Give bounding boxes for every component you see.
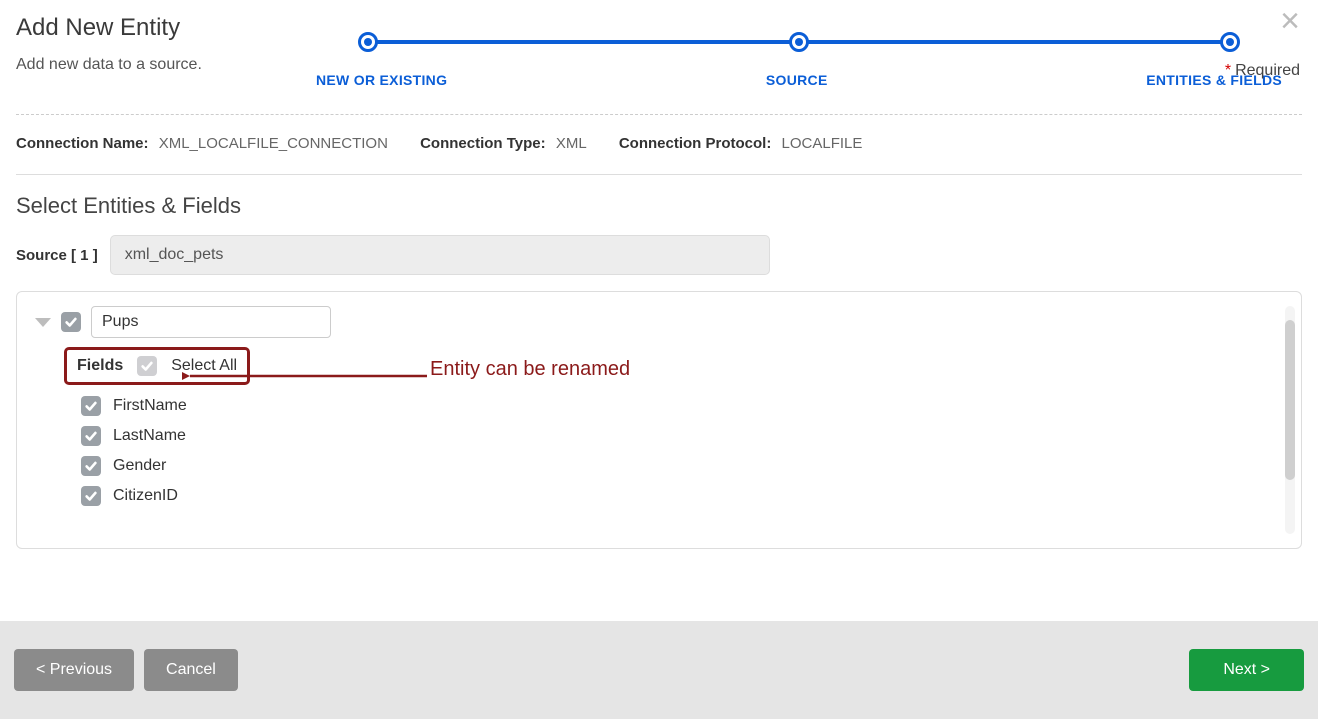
field-checkbox[interactable] — [81, 486, 101, 506]
section-title: Select Entities & Fields — [16, 193, 1302, 219]
field-checkbox[interactable] — [81, 396, 101, 416]
select-all-label: Select All — [171, 357, 237, 375]
fields-header: Fields Select All — [67, 350, 247, 382]
source-value-box: xml_doc_pets — [110, 235, 770, 275]
connection-summary: Connection Name: XML_LOCALFILE_CONNECTIO… — [16, 135, 1302, 152]
step-dot-1[interactable] — [358, 32, 378, 52]
close-icon[interactable]: × — [1280, 4, 1300, 38]
entity-panel: Fields Select All FirstName LastName Gen… — [16, 291, 1302, 549]
entity-checkbox[interactable] — [61, 312, 81, 332]
connection-protocol-value: LOCALFILE — [782, 135, 863, 152]
page-title: Add New Entity — [16, 14, 296, 42]
field-label: FirstName — [113, 397, 187, 415]
field-label: LastName — [113, 427, 186, 445]
previous-button[interactable]: < Previous — [14, 649, 134, 691]
page-subtitle: Add new data to a source. — [16, 56, 296, 74]
field-label: CitizenID — [113, 487, 178, 505]
field-item: LastName — [81, 426, 1287, 446]
field-item: Gender — [81, 456, 1287, 476]
step-label-1[interactable]: NEW OR EXISTING — [316, 72, 447, 88]
next-button[interactable]: Next > — [1189, 649, 1304, 691]
connection-type-value: XML — [556, 135, 587, 152]
cancel-button[interactable]: Cancel — [144, 649, 238, 691]
step-dot-3[interactable] — [1220, 32, 1240, 52]
chevron-down-icon[interactable] — [35, 318, 51, 327]
wizard-footer: < Previous Cancel Next > — [0, 621, 1318, 719]
connection-name-label: Connection Name: — [16, 135, 149, 152]
source-label: Source [ 1 ] — [16, 247, 98, 264]
field-checkbox[interactable] — [81, 456, 101, 476]
scrollbar[interactable] — [1285, 306, 1295, 534]
entity-name-input[interactable] — [91, 306, 331, 338]
field-label: Gender — [113, 457, 166, 475]
step-label-2[interactable]: SOURCE — [766, 72, 828, 88]
required-indicator: *Required — [1225, 62, 1300, 80]
field-item: CitizenID — [81, 486, 1287, 506]
field-item: FirstName — [81, 396, 1287, 416]
step-dot-2[interactable] — [789, 32, 809, 52]
connection-protocol-label: Connection Protocol: — [619, 135, 772, 152]
fields-label: Fields — [77, 357, 123, 375]
connection-name-value: XML_LOCALFILE_CONNECTION — [159, 135, 388, 152]
select-all-checkbox[interactable] — [137, 356, 157, 376]
wizard-stepper: NEW OR EXISTING SOURCE ENTITIES & FIELDS — [296, 14, 1302, 88]
connection-type-label: Connection Type: — [420, 135, 546, 152]
field-checkbox[interactable] — [81, 426, 101, 446]
